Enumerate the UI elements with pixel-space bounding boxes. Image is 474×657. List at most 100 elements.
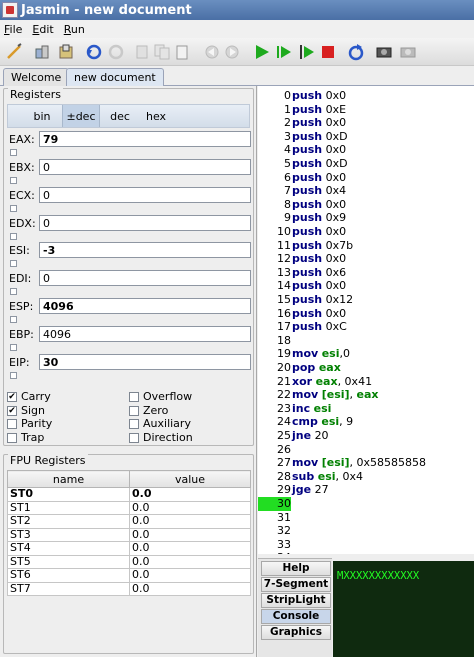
code-line[interactable]: 11 push 0x7b	[258, 239, 474, 253]
code-line[interactable]: 29 jge 27	[258, 483, 474, 497]
tool-tab-striplight[interactable]: StripLight	[261, 593, 331, 608]
code-line[interactable]: 23 inc esi	[258, 402, 474, 416]
run-icon[interactable]	[252, 42, 272, 62]
code-line[interactable]: 1 push 0xE	[258, 103, 474, 117]
flag-auxiliary-checkbox[interactable]	[129, 418, 139, 429]
help-icon[interactable]	[398, 42, 418, 62]
paste-icon[interactable]	[172, 42, 192, 62]
tab-welcome[interactable]: Welcome	[3, 68, 70, 86]
ecx-watch-checkbox[interactable]	[10, 205, 17, 212]
flag-parity[interactable]: Parity	[7, 417, 52, 430]
edi-watch-checkbox[interactable]	[10, 288, 17, 295]
code-line[interactable]: 5 push 0xD	[258, 157, 474, 171]
code-line[interactable]: 19 mov esi,0	[258, 347, 474, 361]
ebp-watch-checkbox[interactable]	[10, 344, 17, 351]
table-row[interactable]: ST3 0.0	[7, 527, 251, 542]
radix-bin-button[interactable]: bin	[26, 105, 58, 127]
code-line[interactable]: 17 push 0xC	[258, 320, 474, 334]
eax-field[interactable]: 79	[39, 131, 251, 147]
flag-direction-checkbox[interactable]	[129, 432, 139, 443]
code-line[interactable]: 34	[258, 551, 474, 554]
flag-overflow-checkbox[interactable]	[129, 391, 139, 402]
eip-field[interactable]: 30	[39, 354, 251, 370]
radix-hex-button[interactable]: hex	[140, 105, 172, 127]
tab-new-document[interactable]: new document	[66, 68, 164, 87]
menu-file[interactable]: File	[4, 23, 22, 36]
code-line[interactable]: 14 push 0x0	[258, 279, 474, 293]
table-row[interactable]: ST5 0.0	[7, 554, 251, 569]
flag-sign[interactable]: ✔ Sign	[7, 404, 45, 417]
redo-icon[interactable]	[106, 42, 126, 62]
code-line[interactable]: 27 mov [esi], 0x58585858	[258, 456, 474, 470]
flag-zero-checkbox[interactable]	[129, 405, 139, 416]
ebx-watch-checkbox[interactable]	[10, 177, 17, 184]
code-line[interactable]: 21 xor eax, 0x41	[258, 375, 474, 389]
code-line[interactable]: 12 push 0x0	[258, 252, 474, 266]
radix-signed-dec-button[interactable]: ±dec	[62, 105, 100, 127]
code-line[interactable]: 0 push 0x0	[258, 89, 474, 103]
esp-field[interactable]: 4096	[39, 298, 251, 314]
menu-edit[interactable]: Edit	[32, 23, 53, 36]
code-editor[interactable]: 0 push 0x0 1 push 0xE 2 push 0x0 3 push 0xD 4 pus…	[258, 86, 474, 554]
tool-tab-7-segment[interactable]: 7-Segment	[261, 577, 331, 592]
reset-icon[interactable]	[346, 42, 366, 62]
code-line[interactable]: 3 push 0xD	[258, 130, 474, 144]
flag-zero[interactable]: Zero	[129, 404, 168, 417]
flag-carry-checkbox[interactable]: ✔	[7, 391, 17, 402]
menu-run[interactable]: Run	[64, 23, 85, 36]
ebp-field[interactable]: 4096	[39, 326, 251, 342]
stop-icon[interactable]	[318, 42, 338, 62]
fpu-col-name[interactable]: name	[7, 470, 130, 488]
esi-watch-checkbox[interactable]	[10, 260, 17, 267]
code-line[interactable]: 13 push 0x6	[258, 266, 474, 280]
fpu-col-value[interactable]: value	[129, 470, 251, 488]
code-line[interactable]: 31	[258, 511, 474, 525]
open-icon[interactable]	[32, 42, 52, 62]
flag-trap[interactable]: Trap	[7, 431, 44, 444]
flag-trap-checkbox[interactable]	[7, 432, 17, 443]
radix-dec-button[interactable]: dec	[104, 105, 136, 127]
esp-watch-checkbox[interactable]	[10, 316, 17, 323]
code-line[interactable]: 24 cmp esi, 9	[258, 415, 474, 429]
table-row[interactable]: ST2 0.0	[7, 514, 251, 529]
undo-icon[interactable]	[84, 42, 104, 62]
tool-tab-graphics[interactable]: Graphics	[261, 625, 331, 640]
memory-icon[interactable]	[374, 42, 394, 62]
code-line[interactable]: 6 push 0x0	[258, 171, 474, 185]
code-line[interactable]: 15 push 0x12	[258, 293, 474, 307]
code-line[interactable]: 20 pop eax	[258, 361, 474, 375]
flag-parity-checkbox[interactable]	[7, 418, 17, 429]
code-line[interactable]: 7 push 0x4	[258, 184, 474, 198]
copy-icon[interactable]	[152, 42, 172, 62]
code-line[interactable]: 22 mov [esi], eax	[258, 388, 474, 402]
code-line[interactable]: 33	[258, 538, 474, 552]
eip-watch-checkbox[interactable]	[10, 372, 17, 379]
code-line[interactable]: 10 push 0x0	[258, 225, 474, 239]
tool-tab-console[interactable]: Console	[261, 609, 331, 624]
code-line[interactable]: 30	[258, 497, 474, 511]
edi-field[interactable]: 0	[39, 270, 251, 286]
code-line[interactable]: 9 push 0x9	[258, 211, 474, 225]
edx-field[interactable]: 0	[39, 215, 251, 231]
cut-icon[interactable]	[132, 42, 152, 62]
new-icon[interactable]	[4, 42, 24, 62]
code-line[interactable]: 25 jne 20	[258, 429, 474, 443]
table-row[interactable]: ST7 0.0	[7, 581, 251, 596]
code-line[interactable]: 26	[258, 443, 474, 457]
flag-auxiliary[interactable]: Auxiliary	[129, 417, 191, 430]
flag-carry[interactable]: ✔ Carry	[7, 390, 51, 403]
code-line[interactable]: 18	[258, 334, 474, 348]
ebx-field[interactable]: 0	[39, 159, 251, 175]
table-row[interactable]: ST1 0.0	[7, 500, 251, 515]
flag-overflow[interactable]: Overflow	[129, 390, 192, 403]
table-row[interactable]: ST4 0.0	[7, 541, 251, 556]
ecx-field[interactable]: 0	[39, 187, 251, 203]
code-line[interactable]: 32	[258, 524, 474, 538]
esi-field[interactable]: -3	[39, 242, 251, 258]
code-line[interactable]: 16 push 0x0	[258, 307, 474, 321]
edx-watch-checkbox[interactable]	[10, 233, 17, 240]
table-row[interactable]: ST0 0.0	[7, 487, 251, 502]
eax-watch-checkbox[interactable]	[10, 149, 17, 156]
code-line[interactable]: 4 push 0x0	[258, 143, 474, 157]
console-output[interactable]: MXXXXXXXXXXXX	[333, 561, 474, 657]
